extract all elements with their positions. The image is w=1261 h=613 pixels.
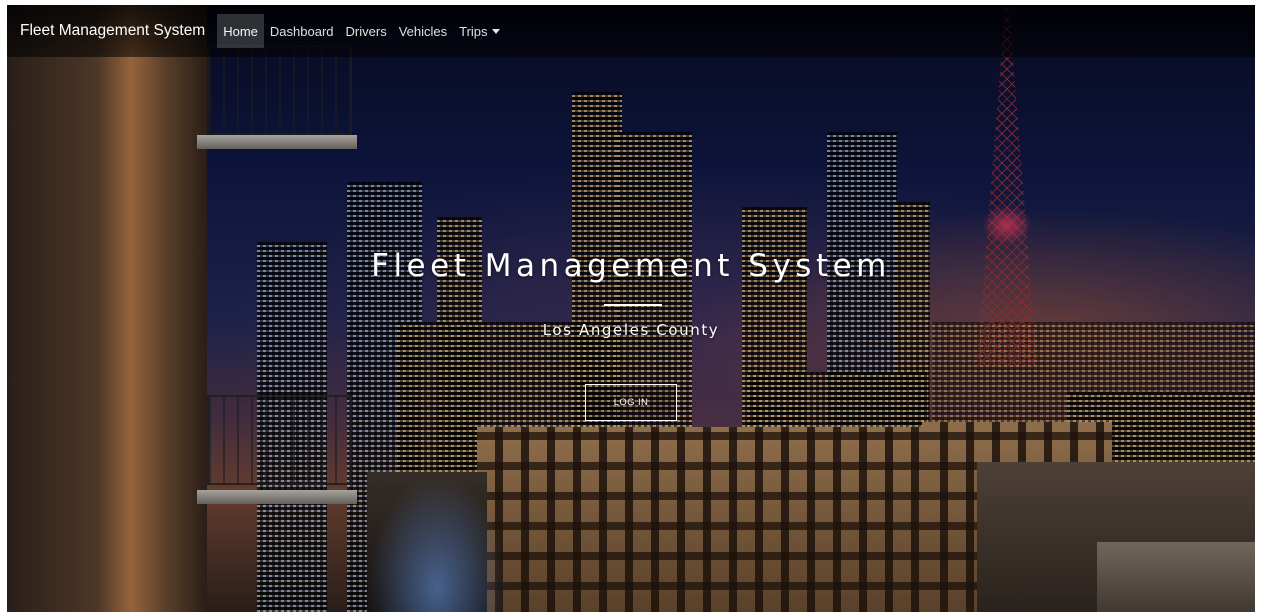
login-button[interactable]: LOG IN: [585, 384, 677, 421]
hero-divider: [604, 304, 662, 306]
login-button-label: LOG IN: [613, 397, 649, 408]
hero-title: Fleet Management System: [371, 248, 891, 284]
page-frame: Fleet Management System Home Dashboard D…: [7, 5, 1255, 612]
hero-section: Fleet Management System Los Angeles Coun…: [7, 5, 1255, 612]
hero-subtitle: Los Angeles County: [542, 321, 720, 339]
